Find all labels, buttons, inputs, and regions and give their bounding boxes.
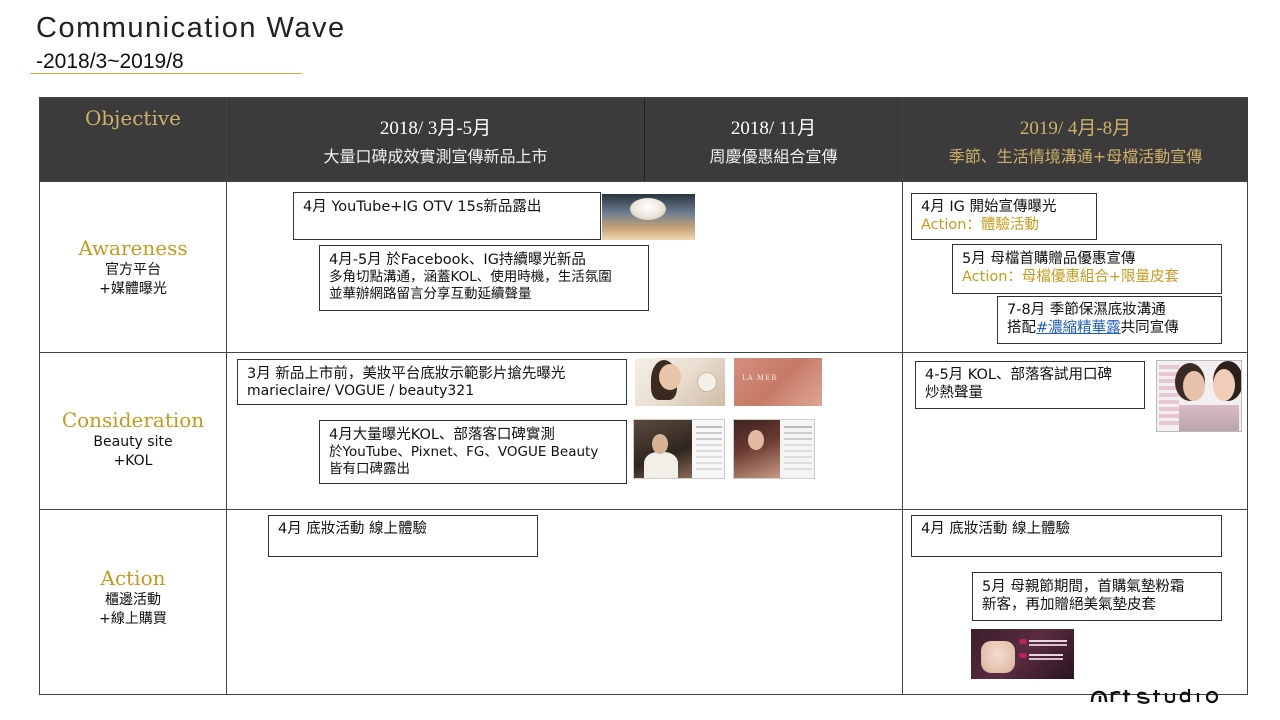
row-title: Awareness (78, 236, 188, 260)
box-line: 4月 底妝活動 線上體驗 (921, 521, 1070, 537)
box-line: 炒熱聲量 (925, 385, 983, 401)
kol-review-image (1156, 360, 1242, 432)
box-mothers-first-purchase: 5月 母檔首購贈品優惠宣傳 Action：母檔優惠組合+限量皮套 (952, 244, 1222, 294)
row-title: Consideration (61, 408, 205, 432)
box-makeup-event-2018: 4月 底妝活動 線上體驗 (268, 515, 538, 557)
box-line: 多角切點溝通，涵蓋KOL、使用時機，生活氛圍 (329, 269, 612, 285)
row-divider (40, 181, 1248, 182)
box-line: 3月 新品上市前，美妝平台底妝示範影片搶先曝光 (247, 366, 566, 382)
logo-graphic-icon (1090, 689, 1219, 704)
box-line: 於YouTube、Pixnet、FG、VOGUE Beauty (329, 444, 599, 460)
page-title: Communication Wave (36, 12, 346, 44)
box-line: 5月 母親節期間，首購氣墊粉霜 (982, 579, 1185, 595)
product-promo-image: LA MER (734, 358, 822, 406)
box-line: 4月 YouTube+IG OTV 15s新品露出 (303, 199, 542, 215)
column-divider (226, 98, 227, 694)
box-line: 4月 底妝活動 線上體驗 (278, 521, 427, 537)
header-desc-1: 大量口碑成效實測宣傳新品上市 (323, 146, 548, 166)
header-col-3: 2019/ 4月-8月 季節、生活情境溝通+母檔活動宣傳 (903, 98, 1248, 181)
row-sub: Beauty site (93, 434, 173, 450)
row-sub: +線上購買 (99, 611, 167, 627)
header-col-2: 2018/ 11月 周慶優惠組合宣傳 (645, 98, 902, 181)
row-title: Action (100, 566, 166, 590)
cushion-gift-image (971, 629, 1074, 679)
box-facebook-ig-exposure: 4月-5月 於Facebook、IG持續曝光新品 多角切點溝通，涵蓋KOL、使用… (319, 245, 649, 311)
box-line: 皆有口碑露出 (329, 461, 410, 477)
box-line: 4-5月 KOL、部落客試用口碑 (925, 367, 1112, 383)
row-label-awareness: Awareness 官方平台 +媒體曝光 (40, 222, 226, 312)
box-mothers-day-gift: 5月 母親節期間，首購氣墊粉霜 新客，再加贈絕美氣墊皮套 (972, 572, 1222, 621)
box-line: 新客，再加贈絕美氣墊皮套 (982, 597, 1156, 613)
hashtag-link[interactable]: #濃縮精華露 (1036, 320, 1121, 336)
demo-video-thumbnail (635, 358, 725, 406)
header-period-1: 2018/ 3月-5月 (379, 117, 492, 139)
box-line: marieclaire/ VOGUE / beauty321 (247, 383, 475, 399)
box-action-line: Action：體驗活動 (921, 217, 1039, 233)
box-line: 共同宣傳 (1120, 320, 1179, 336)
objective-label: Objective (84, 106, 181, 130)
header-col-1: 2018/ 3月-5月 大量口碑成效實測宣傳新品上市 (227, 98, 644, 181)
box-line: 5月 母檔首購贈品優惠宣傳 (962, 251, 1136, 267)
box-line: 4月-5月 於Facebook、IG持續曝光新品 (329, 252, 586, 268)
header-desc-3: 季節、生活情境溝通+母檔活動宣傳 (948, 146, 1203, 166)
otv-video-thumbnail (602, 194, 695, 240)
header-period-2: 2018/ 11月 (730, 117, 817, 139)
row-label-action: Action 櫃邊活動 +線上購買 (40, 552, 226, 642)
box-kol-trial-2019: 4-5月 KOL、部落客試用口碑 炒熱聲量 (915, 361, 1145, 409)
kol-instagram-post (633, 419, 725, 479)
box-line: 7-8月 季節保濕底妝溝通 (1007, 302, 1166, 318)
box-kol-blogger-review: 4月大量曝光KOL、部落客口碑實測 於YouTube、Pixnet、FG、VOG… (319, 420, 627, 484)
header-desc-2: 周慶優惠組合宣傳 (709, 146, 838, 166)
box-ig-2019: 4月 IG 開始宣傳曝光 Action：體驗活動 (911, 193, 1097, 240)
box-beauty-platform-preview: 3月 新品上市前，美妝平台底妝示範影片搶先曝光 marieclaire/ VOG… (237, 359, 627, 405)
blogger-instagram-post (733, 419, 815, 479)
box-line: 4月 IG 開始宣傳曝光 (921, 199, 1057, 215)
header-period-3: 2019/ 4月-8月 (1019, 117, 1132, 139)
row-divider (40, 352, 1248, 353)
brand-logo (1090, 686, 1250, 704)
box-makeup-event-2019: 4月 底妝活動 線上體驗 (911, 515, 1222, 557)
row-label-consideration: Consideration Beauty site +KOL (40, 394, 226, 484)
promo-image-label: LA MER (742, 374, 778, 382)
box-line: 並華辦網路留言分享互動延續聲量 (329, 286, 532, 302)
header-objective: Objective (40, 98, 226, 138)
box-action-line: Action：母檔優惠組合+限量皮套 (962, 269, 1180, 285)
box-line: 4月大量曝光KOL、部落客口碑實測 (329, 427, 555, 443)
box-season-moisture: 7-8月 季節保濕底妝溝通 搭配#濃縮精華露共同宣傳 (997, 296, 1222, 344)
box-youtube-ig-otv: 4月 YouTube+IG OTV 15s新品露出 (293, 192, 601, 240)
page-subtitle: -2018/3~2019/8 (36, 50, 184, 73)
row-sub: 官方平台 (105, 262, 161, 278)
row-sub: +KOL (113, 453, 153, 469)
box-line: 搭配 (1007, 320, 1036, 336)
row-sub: +媒體曝光 (99, 281, 167, 297)
column-divider (902, 98, 903, 694)
title-underline (30, 73, 302, 74)
row-sub: 櫃邊活動 (105, 592, 161, 608)
row-divider (40, 509, 1248, 510)
